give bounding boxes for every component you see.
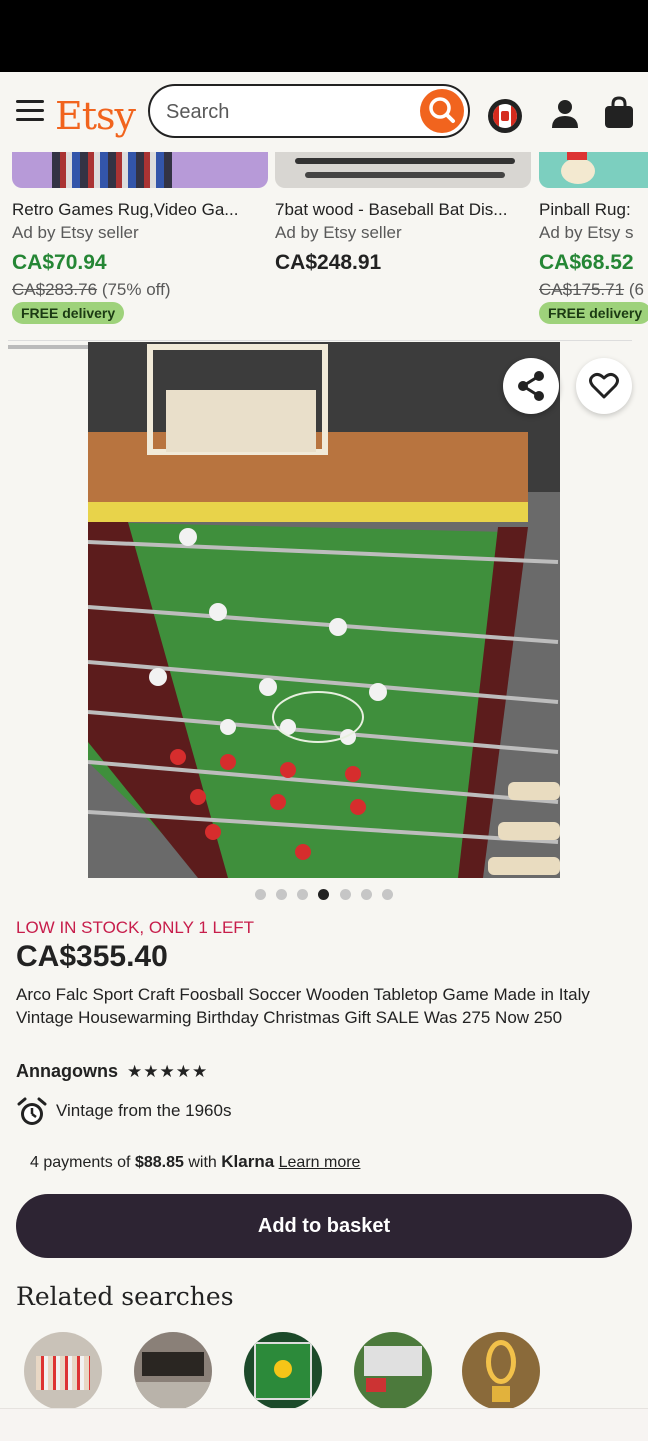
scroll-indicator [8,345,88,349]
ad-card[interactable]: 7bat wood - Baseball Bat Dis... Ad by Et… [275,152,531,274]
share-icon [518,371,544,401]
carousel-dot[interactable] [255,889,266,900]
ad-title: Pinball Rug: [539,200,631,219]
pinball-rug-image [539,152,648,188]
shop-name[interactable]: Annagowns [16,1061,118,1082]
ad-price: CA$248.91 [275,251,382,274]
free-delivery-badge: FREE delivery [539,302,648,324]
ad-carousel[interactable]: Retro Games Rug,Video Ga... Ad by Etsy s… [0,152,648,342]
klarna-payments: 4 payments of $88.85 with Klarna Learn m… [30,1152,361,1171]
baseball-bat-image [275,152,531,188]
product-price: CA$355.40 [16,940,168,973]
add-to-basket-button[interactable]: Add to basket [16,1194,632,1258]
carousel-dot[interactable] [382,889,393,900]
divider [8,340,632,341]
ad-price: CA$70.94 [12,251,107,274]
ad-seller: Ad by Etsy seller [275,223,402,242]
carousel-dot[interactable] [297,889,308,900]
search-icon [429,97,455,123]
vintage-label: Vintage from the 1960s [56,1101,232,1120]
heart-icon [589,372,619,399]
related-searches-heading: Related searches [16,1282,234,1311]
product-image[interactable] [88,342,560,878]
klarna-logo: Klarna [221,1152,275,1171]
ad-seller: Ad by Etsy seller [12,223,139,242]
ad-title: Retro Games Rug,Video Ga... [12,200,239,219]
free-delivery-badge: FREE delivery [12,302,125,324]
ad-original-price: CA$283.76 (75% off) [12,280,171,299]
carousel-dot[interactable] [340,889,351,900]
bottom-bar [0,1408,648,1441]
foosball-players-icon[interactable] [24,1332,102,1410]
share-button[interactable] [503,358,559,414]
ad-seller: Ad by Etsy s [539,223,634,242]
carousel-dot-active[interactable] [318,889,329,900]
canada-flag-icon[interactable] [488,99,522,133]
rating-stars[interactable]: ★★★★★ [127,1062,208,1082]
carousel-dot[interactable] [276,889,287,900]
foosball-table-icon[interactable] [134,1332,212,1410]
carousel-dot[interactable] [361,889,372,900]
trophy-icon[interactable] [462,1332,540,1410]
product-title: Arco Falc Sport Craft Foosball Soccer Wo… [16,985,590,1027]
user-icon[interactable] [550,98,580,130]
ad-title: 7bat wood - Baseball Bat Dis... [275,200,508,219]
header: Etsy Search [0,72,648,152]
ad-price: CA$68.52 [539,251,634,274]
menu-icon[interactable] [16,100,44,122]
search-input[interactable]: Search [148,84,470,138]
ad-card[interactable]: Pinball Rug: Ad by Etsy s CA$68.52 CA$17… [539,152,648,324]
ad-card[interactable]: Retro Games Rug,Video Ga... Ad by Etsy s… [12,152,268,324]
soccer-board-icon[interactable] [244,1332,322,1410]
retro-games-rug-image [12,152,268,188]
soccer-goal-icon[interactable] [354,1332,432,1410]
stock-status: LOW IN STOCK, ONLY 1 LEFT [16,918,255,937]
ad-original-price: CA$175.71 (6 [539,280,644,299]
learn-more-link[interactable]: Learn more [279,1154,361,1171]
alarm-clock-icon [17,1097,47,1125]
status-bar [0,0,648,72]
search-placeholder: Search [166,101,230,123]
basket-icon[interactable] [603,96,635,130]
foosball-table-photo [88,342,560,878]
favorite-button[interactable] [576,358,632,414]
search-button[interactable] [420,89,464,133]
etsy-logo[interactable]: Etsy [55,94,136,138]
